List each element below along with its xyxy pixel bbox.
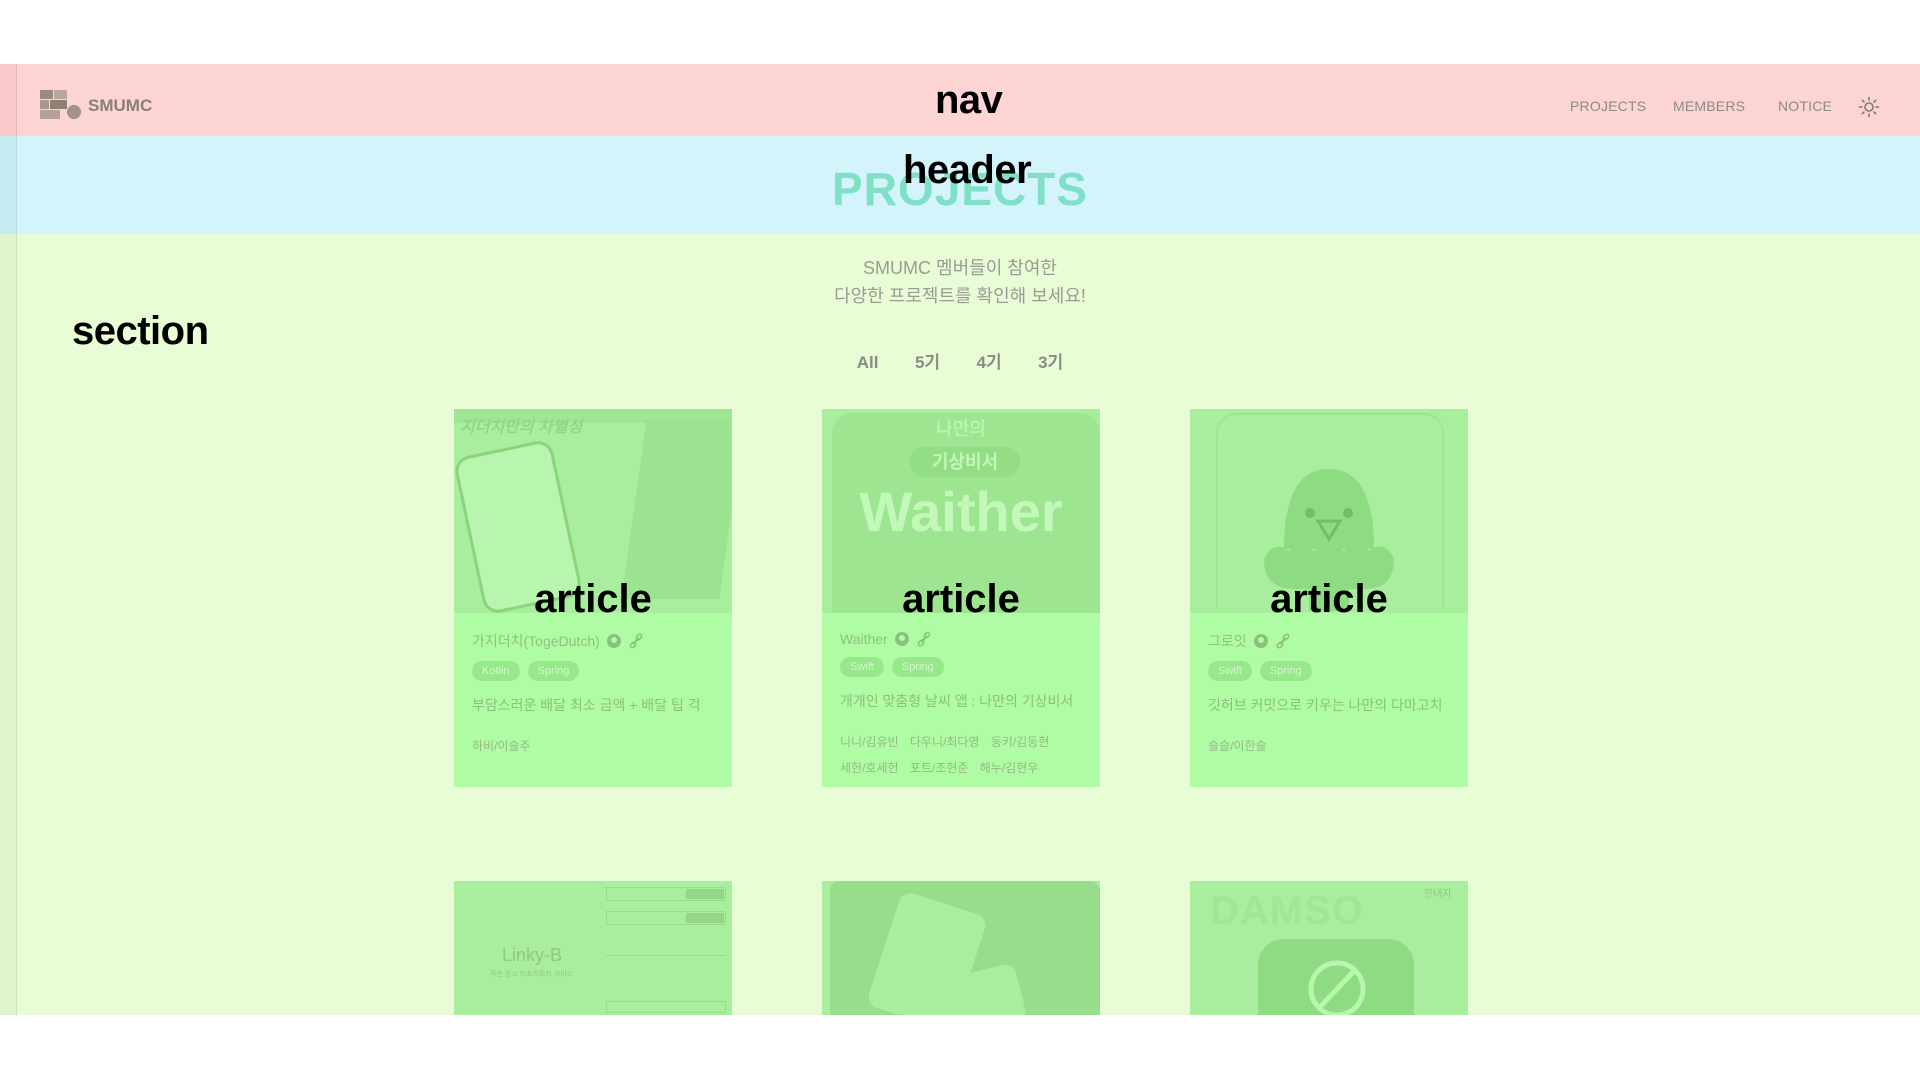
github-icon[interactable] — [1253, 633, 1269, 649]
overlay-label-header: header — [903, 148, 1032, 192]
card-description: 깃허브 커밋으로 키우는 나만의 다마고치 — [1208, 697, 1443, 713]
member: 동키/김동현 — [990, 735, 1050, 749]
card-image: DAMSO 안내자 — [1190, 881, 1468, 1015]
github-icon[interactable] — [606, 633, 622, 649]
card-members: 슬슬/이한슬 — [1208, 733, 1458, 759]
filter-3[interactable]: 3기 — [1038, 348, 1063, 373]
logo-icon[interactable] — [40, 90, 82, 120]
link-icon[interactable] — [1275, 633, 1291, 649]
card-image-heading: 지더치만의 차별성 — [460, 419, 583, 436]
card-image-mid-text: 기상비서 — [910, 447, 1020, 477]
tag: Swift — [840, 657, 884, 677]
card-image-subtitle: 작은 링크 리포지토리 서비스 — [490, 971, 574, 978]
project-card-waither[interactable]: 나만의 기상비서 Waither article Waither Swift S… — [822, 409, 1100, 787]
card-body: Waither Swift Spring 개개인 맞춤형 날씨 앱 : 나만의 … — [840, 631, 1090, 781]
tag: Spring — [1259, 661, 1312, 681]
overlay-label-nav: nav — [935, 78, 1003, 122]
no-smoking-icon — [1308, 960, 1366, 1015]
page-bottom-margin — [0, 1015, 1920, 1080]
link-icon[interactable] — [628, 633, 644, 649]
project-card-5[interactable] — [822, 881, 1100, 1015]
card-image-subtitle: 안내자 — [1424, 889, 1452, 900]
member: 하비/이슬주 — [472, 739, 531, 753]
overlay-label-article-3: article — [1270, 577, 1388, 621]
link-icon[interactable] — [916, 631, 932, 647]
page: SMUMC nav PROJECTS MEMBERS NOTICE PROJEC… — [0, 0, 1920, 1080]
project-card-linky-b[interactable]: Linky-B 작은 링크 리포지토리 서비스 — [454, 881, 732, 1015]
member: 니니/김유빈 — [840, 735, 899, 749]
filter-tabs: All 5기 4기 3기 — [0, 348, 1920, 373]
tag: Spring — [527, 661, 580, 681]
project-card-damso[interactable]: DAMSO 안내자 — [1190, 881, 1468, 1015]
filter-4[interactable]: 4기 — [977, 348, 1002, 373]
member: 해누/김현우 — [979, 761, 1039, 775]
card-title[interactable]: 그로잇 — [1208, 631, 1247, 651]
card-members: 니니/김유빈 다우니/최다영 동키/김동현 세헌/호세헌 포트/조현준 해누/김… — [840, 729, 1090, 781]
nav-link-notice[interactable]: NOTICE — [1778, 98, 1832, 114]
nav-link-projects[interactable]: PROJECTS — [1570, 98, 1646, 114]
sun-icon[interactable] — [1858, 96, 1880, 118]
tag: Kotlin — [472, 661, 520, 681]
card-image-title: DAMSO — [1210, 889, 1364, 933]
brand-name[interactable]: SMUMC — [88, 96, 152, 116]
member: 포트/조현준 — [909, 761, 969, 775]
card-title[interactable]: Waither — [840, 631, 888, 647]
card-image-title: Linky-B — [502, 945, 563, 965]
tag: Swift — [1208, 661, 1252, 681]
card-title[interactable]: 가지더치(TogeDutch) — [472, 631, 600, 651]
card-body: 가지더치(TogeDutch) Kotlin Spring 부담스러운 배달 최… — [472, 631, 722, 759]
card-image — [822, 881, 1100, 1015]
filter-all[interactable]: All — [857, 353, 879, 373]
subtitle-line-1: SMUMC 멤버들이 참여한 — [863, 258, 1057, 278]
project-card-groit[interactable]: article 그로잇 Swift Spring 깃허브 커밋으로 키우는 나만… — [1190, 409, 1468, 787]
overlay-label-article-1: article — [534, 577, 652, 621]
card-description: 부담스러운 배달 최소 금액 + 배달 팁 걱 — [472, 697, 701, 713]
card-image-big-text: Waither — [859, 480, 1063, 543]
card-members: 하비/이슬주 — [472, 733, 722, 759]
card-description: 개개인 맞춤형 날씨 앱 : 나만의 기상비서 — [840, 693, 1074, 709]
card-image-top-text: 나만의 — [936, 419, 986, 439]
github-icon[interactable] — [894, 631, 910, 647]
filter-5[interactable]: 5기 — [915, 348, 940, 373]
card-body: 그로잇 Swift Spring 깃허브 커밋으로 키우는 나만의 다마고치 슬… — [1208, 631, 1458, 759]
card-image: Linky-B 작은 링크 리포지토리 서비스 — [454, 881, 732, 1015]
tag: Spring — [891, 657, 944, 677]
member: 슬슬/이한슬 — [1208, 739, 1267, 753]
subtitle-line-2: 다양한 프로젝트를 확인해 보세요! — [834, 286, 1086, 306]
project-card-togedutch[interactable]: 지더치만의 차별성 article 가지더치(TogeDutch) Kotlin… — [454, 409, 732, 787]
nav-link-members[interactable]: MEMBERS — [1673, 98, 1745, 114]
member: 다우니/최다영 — [909, 735, 980, 749]
member: 세헌/호세헌 — [840, 761, 899, 775]
overlay-label-article-2: article — [902, 577, 1020, 621]
